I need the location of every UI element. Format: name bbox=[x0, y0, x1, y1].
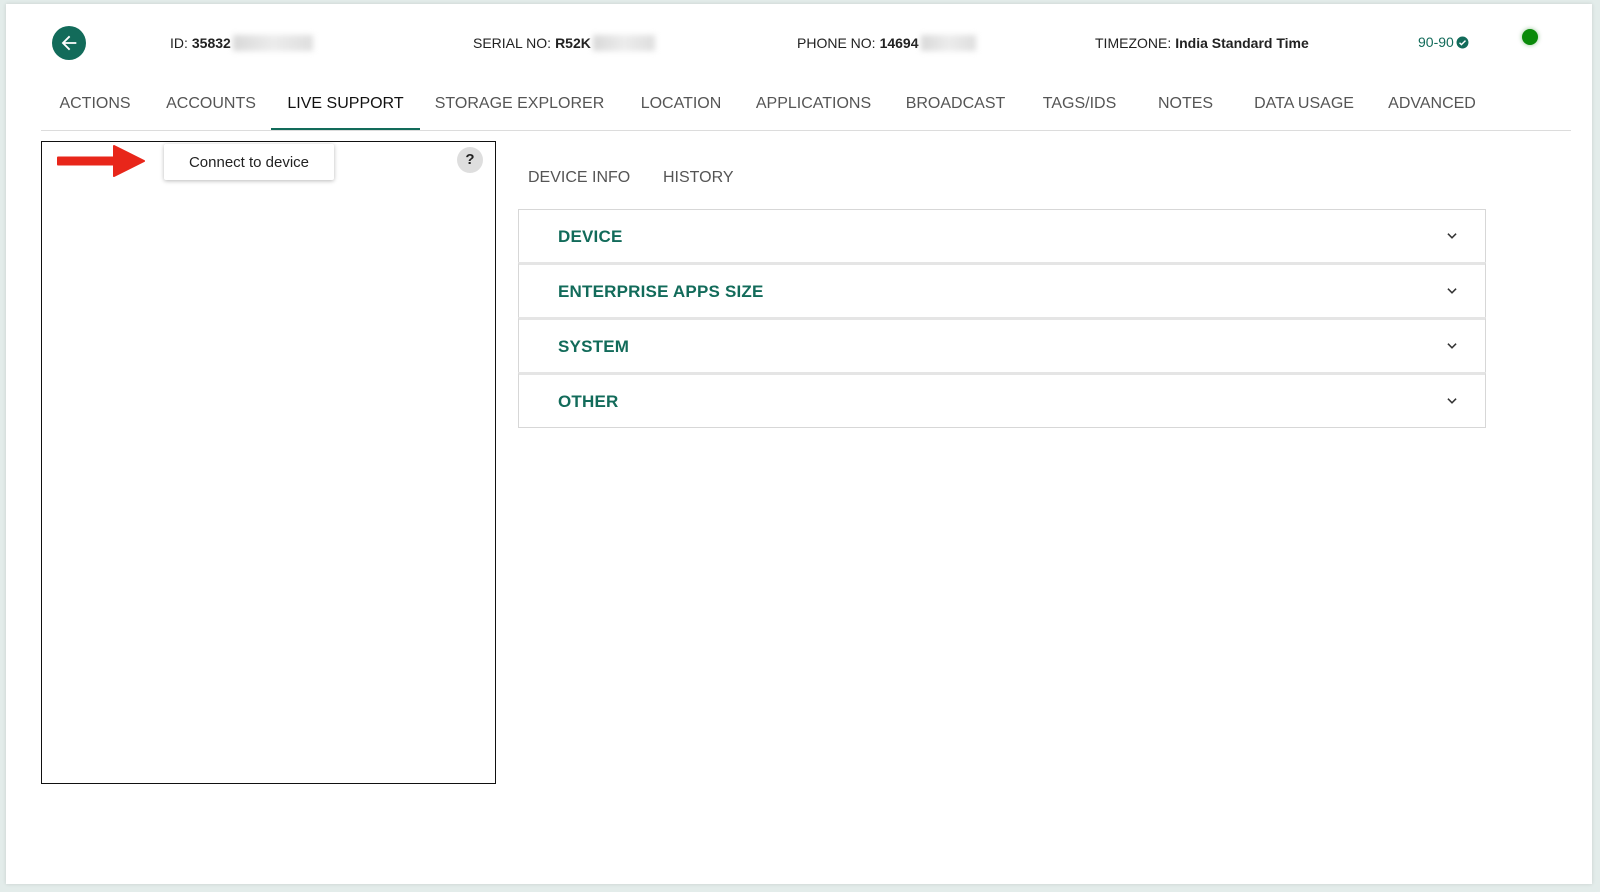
serial-number: SERIAL NO: R52K bbox=[473, 35, 655, 51]
tab-notes[interactable]: NOTES bbox=[1148, 84, 1223, 128]
phone-number: PHONE NO: 14694 bbox=[797, 35, 976, 51]
online-status-icon bbox=[1522, 29, 1538, 45]
app-window: ID: 35832 SERIAL NO: R52K PHONE NO: 1469… bbox=[6, 4, 1592, 884]
device-screen-panel: Connect to device ? bbox=[41, 141, 496, 784]
check-circle-icon bbox=[1456, 36, 1469, 48]
tab-broadcast[interactable]: BROADCAST bbox=[898, 84, 1013, 128]
phone-number-value: 14694 bbox=[879, 35, 919, 51]
redacted-blur bbox=[920, 35, 976, 51]
tab-actions[interactable]: ACTIONS bbox=[47, 84, 143, 128]
redacted-blur bbox=[592, 35, 655, 51]
phone-number-label: PHONE NO: bbox=[797, 35, 876, 51]
section-device[interactable]: DEVICE bbox=[518, 209, 1486, 262]
red-arrow-icon bbox=[57, 145, 145, 177]
arrow-left-icon bbox=[61, 35, 77, 51]
serial-number-label: SERIAL NO: bbox=[473, 35, 552, 51]
tab-storage-explorer[interactable]: STORAGE EXPLORER bbox=[431, 84, 608, 128]
device-info-accordion: DEVICE ENTERPRISE APPS SIZE SYSTEM OTHER bbox=[518, 209, 1486, 428]
section-other[interactable]: OTHER bbox=[518, 372, 1486, 428]
tab-accounts[interactable]: ACCOUNTS bbox=[156, 84, 266, 128]
tab-device-info[interactable]: DEVICE INFO bbox=[528, 169, 630, 187]
device-id: ID: 35832 bbox=[170, 35, 313, 51]
section-system-title: SYSTEM bbox=[558, 337, 630, 356]
section-device-title: DEVICE bbox=[558, 227, 623, 246]
tab-location[interactable]: LOCATION bbox=[631, 84, 731, 128]
tab-data-usage[interactable]: DATA USAGE bbox=[1244, 84, 1364, 128]
section-enterprise-apps-size-title: ENTERPRISE APPS SIZE bbox=[558, 282, 764, 301]
main-tabs: ACTIONS ACCOUNTS LIVE SUPPORT STORAGE EX… bbox=[41, 84, 1571, 131]
section-other-title: OTHER bbox=[558, 392, 619, 411]
section-enterprise-apps-size[interactable]: ENTERPRISE APPS SIZE bbox=[518, 262, 1486, 317]
chevron-down-icon bbox=[1447, 398, 1457, 404]
timezone: TIMEZONE: India Standard Time bbox=[1095, 35, 1309, 51]
compliance-status[interactable]: 90-90 bbox=[1418, 34, 1469, 50]
connect-to-device-button[interactable]: Connect to device bbox=[164, 144, 334, 180]
chevron-down-icon bbox=[1447, 288, 1457, 294]
chevron-down-icon bbox=[1447, 343, 1457, 349]
tab-history[interactable]: HISTORY bbox=[663, 169, 734, 187]
section-system[interactable]: SYSTEM bbox=[518, 317, 1486, 372]
help-icon[interactable]: ? bbox=[457, 147, 483, 173]
tab-tags-ids[interactable]: TAGS/IDS bbox=[1031, 84, 1128, 128]
compliance-status-text: 90-90 bbox=[1418, 34, 1454, 50]
timezone-label: TIMEZONE: bbox=[1095, 35, 1172, 51]
device-header: ID: 35832 SERIAL NO: R52K PHONE NO: 1469… bbox=[6, 4, 1592, 84]
chevron-down-icon bbox=[1447, 233, 1457, 239]
tab-applications[interactable]: APPLICATIONS bbox=[747, 84, 880, 128]
tab-advanced[interactable]: ADVANCED bbox=[1380, 84, 1484, 128]
back-button[interactable] bbox=[52, 26, 86, 60]
redacted-blur bbox=[232, 35, 313, 51]
tab-live-support[interactable]: LIVE SUPPORT bbox=[271, 84, 420, 130]
serial-number-value: R52K bbox=[555, 35, 591, 51]
timezone-value: India Standard Time bbox=[1175, 35, 1309, 51]
device-id-label: ID: bbox=[170, 35, 188, 51]
device-id-value: 35832 bbox=[191, 35, 231, 51]
